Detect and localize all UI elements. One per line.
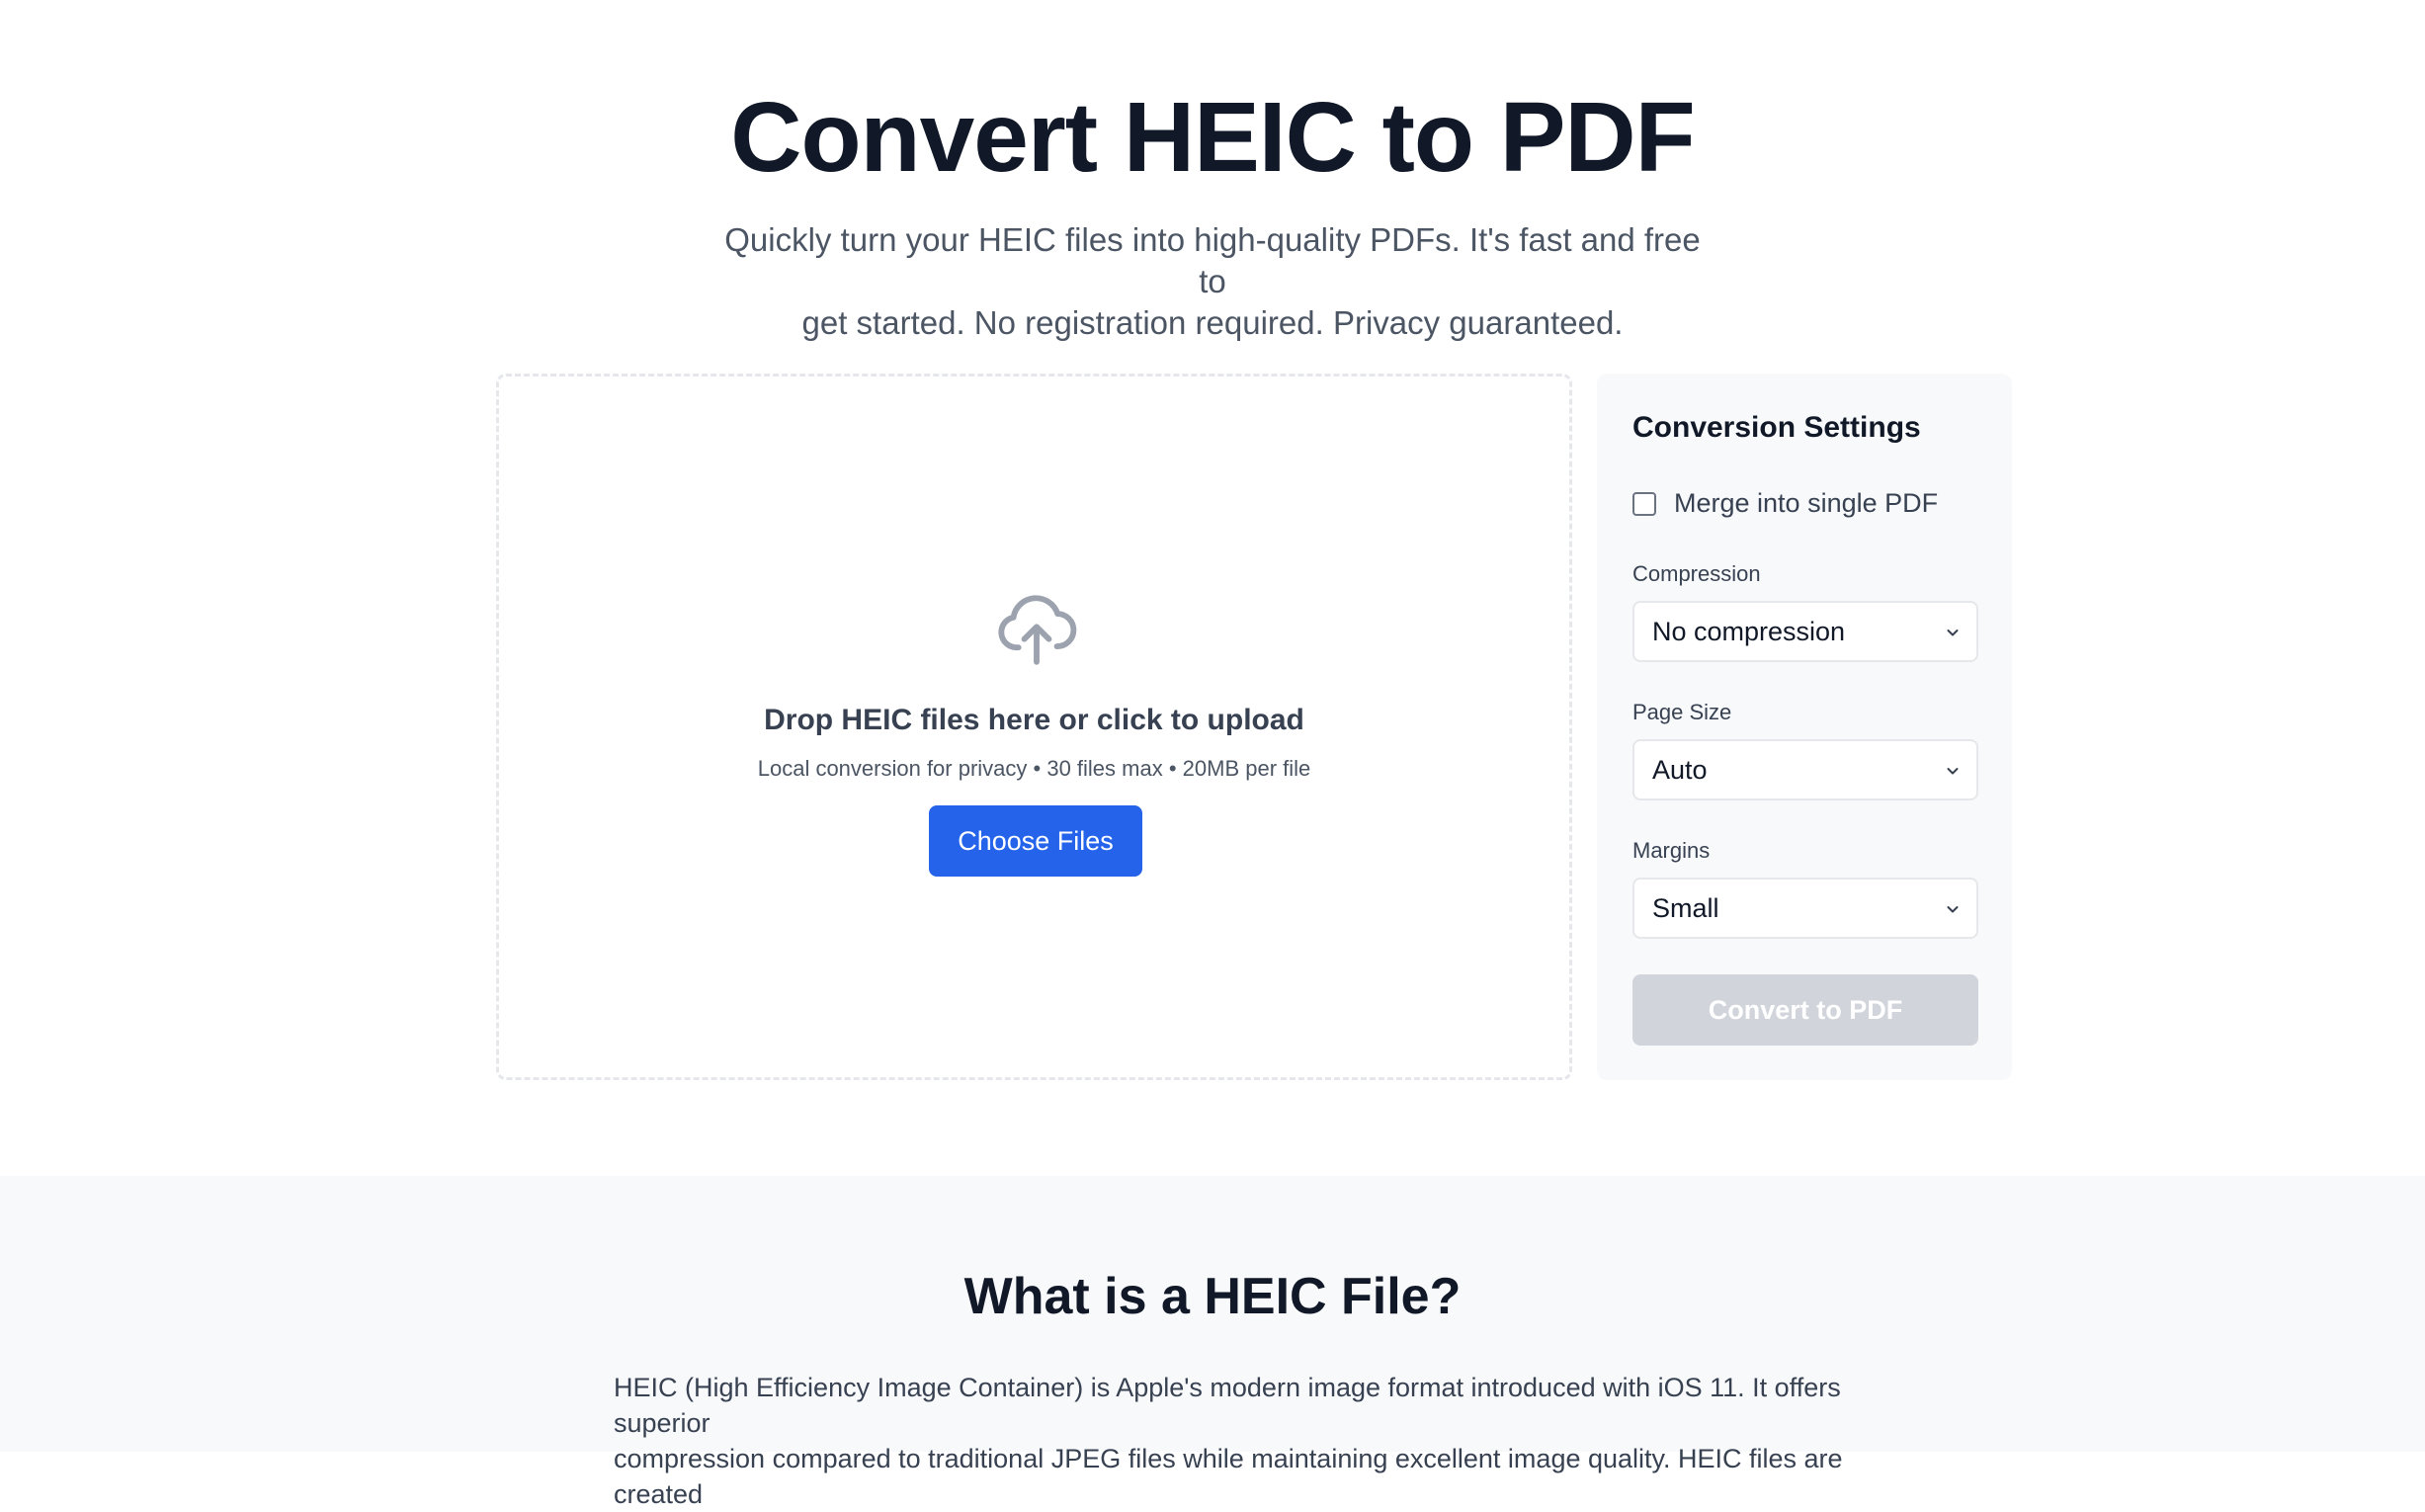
- convert-to-pdf-button[interactable]: Convert to PDF: [1632, 974, 1978, 1046]
- choose-files-button[interactable]: Choose Files: [929, 805, 1142, 877]
- compression-label: Compression: [1632, 561, 1761, 586]
- info-paragraph: HEIC (High Efficiency Image Container) i…: [614, 1370, 1918, 1512]
- merge-checkbox[interactable]: [1632, 491, 1656, 516]
- chevron-down-icon: [1947, 768, 1959, 775]
- page-size-value: Auto: [1652, 754, 1708, 785]
- margins-label: Margins: [1632, 838, 1711, 863]
- compression-value: No compression: [1652, 616, 1846, 646]
- hero-section: Convert HEIC to PDF Quickly turn your HE…: [0, 0, 2425, 1176]
- page-size-label: Page Size: [1632, 700, 1732, 724]
- page-title: Convert HEIC to PDF: [730, 82, 1695, 193]
- dropzone-title: Drop HEIC files here or click to upload: [764, 704, 1304, 736]
- cloud-upload-icon: [998, 595, 1077, 665]
- margins-value: Small: [1652, 892, 1719, 923]
- merge-label: Merge into single PDF: [1674, 488, 1939, 518]
- merge-option[interactable]: Merge into single PDF: [1632, 488, 1938, 519]
- info-line-1: HEIC (High Efficiency Image Container) i…: [614, 1373, 1841, 1438]
- dropzone-note: Local conversion for privacy • 30 files …: [757, 756, 1311, 781]
- subtitle-line-2: get started. No registration required. P…: [801, 304, 1624, 341]
- heic-info-section: What is a HEIC File? HEIC (High Efficien…: [0, 1176, 2425, 1509]
- subtitle-line-1: Quickly turn your HEIC files into high-q…: [724, 221, 1701, 299]
- conversion-settings-panel: Conversion Settings Merge into single PD…: [1597, 374, 2012, 1080]
- info-title: What is a HEIC File?: [963, 1268, 1462, 1325]
- compression-select[interactable]: No compression: [1632, 601, 1978, 662]
- upload-dropzone[interactable]: Drop HEIC files here or click to upload …: [496, 374, 1572, 1080]
- chevron-down-icon: [1947, 630, 1959, 636]
- page-size-select[interactable]: Auto: [1632, 739, 1978, 800]
- margins-select[interactable]: Small: [1632, 878, 1978, 939]
- settings-title: Conversion Settings: [1632, 411, 1921, 444]
- chevron-down-icon: [1947, 906, 1959, 913]
- page-subtitle: Quickly turn your HEIC files into high-q…: [718, 219, 1707, 344]
